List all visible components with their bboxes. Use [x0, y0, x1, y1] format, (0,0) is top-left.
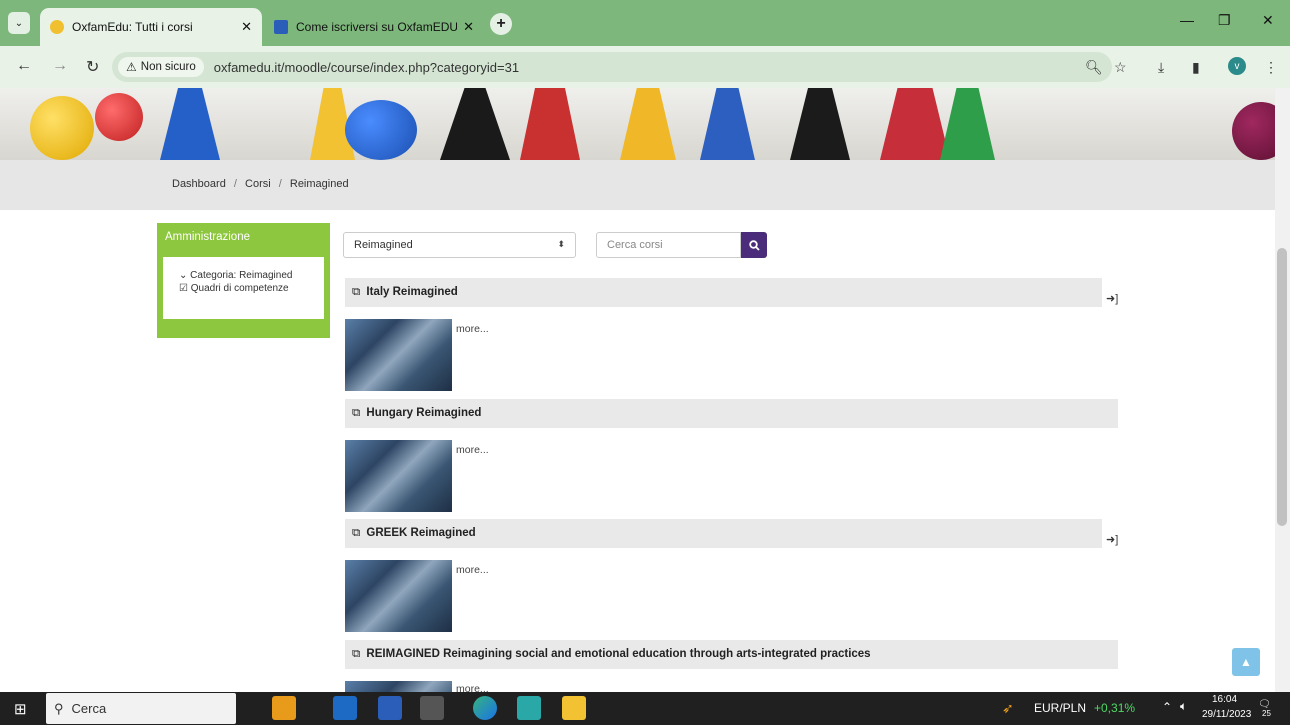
- breadcrumb-separator: /: [278, 178, 282, 190]
- chrome-icon[interactable]: [517, 696, 541, 720]
- header-banner-image: [0, 88, 1275, 160]
- course-more-link[interactable]: more...: [456, 444, 489, 456]
- chevron-up-icon: ▲: [1240, 655, 1252, 669]
- checkbox-icon: ☑: [179, 283, 188, 294]
- scrollbar-thumb[interactable]: [1277, 248, 1287, 526]
- course-header: ⧉ GREEK Reimagined: [345, 519, 1102, 548]
- course-more-link[interactable]: more...: [456, 683, 489, 692]
- clock-date[interactable]: 29/11/2023: [1202, 709, 1251, 720]
- warning-icon: ⚠: [126, 60, 137, 74]
- admin-item-label: Quadri di competenze: [190, 283, 289, 294]
- category-select-value: Reimagined: [354, 239, 413, 251]
- notification-count: 25: [1262, 709, 1271, 718]
- windows-start-icon[interactable]: ⊞: [14, 700, 27, 718]
- taskbar-search-label: Cerca: [71, 701, 107, 716]
- zoom-icon[interactable]: 🔍︎: [1085, 59, 1103, 76]
- tab-come-iscriversi[interactable]: Come iscriversi su OxfamEDU.c ✕: [264, 8, 484, 46]
- volume-icon[interactable]: 🔈︎: [1180, 699, 1187, 714]
- word-doc-favicon-icon: [274, 20, 288, 34]
- tab-title: OxfamEdu: Tutti i corsi: [72, 20, 193, 34]
- course-image[interactable]: [345, 319, 452, 391]
- side-panel-icon[interactable]: ▮: [1192, 59, 1200, 76]
- course-icon: ⧉: [352, 527, 361, 539]
- search-icon: [748, 239, 760, 251]
- tab-search-icon[interactable]: ⌄: [8, 12, 30, 34]
- course-icon: ⧉: [352, 407, 361, 419]
- course-header: ⧉ REIMAGINED Reimagining social and emot…: [345, 640, 1118, 669]
- course-icon: ⧉: [352, 648, 361, 660]
- course-image[interactable]: [345, 440, 452, 512]
- oxfamedu-favicon-icon: [50, 20, 64, 34]
- security-label: Non sicuro: [140, 61, 196, 73]
- close-window-icon[interactable]: ✕: [1262, 12, 1274, 29]
- course-icon: ⧉: [352, 286, 361, 298]
- ticker-change[interactable]: +0,31%: [1094, 701, 1135, 715]
- breadcrumb-corsi-link[interactable]: Corsi: [245, 178, 271, 190]
- search-icon: ⚲: [54, 700, 64, 716]
- url-text[interactable]: oxfamedu.it/moodle/course/index.php?cate…: [214, 60, 519, 75]
- page-viewport: Dashboard / Corsi / Reimagined Amministr…: [0, 88, 1275, 692]
- word-icon[interactable]: [378, 696, 402, 720]
- breadcrumb: Dashboard / Corsi / Reimagined: [172, 178, 349, 190]
- course-title-link[interactable]: Italy Reimagined: [366, 286, 457, 298]
- outlook-icon[interactable]: [333, 696, 357, 720]
- category-select[interactable]: Reimagined ⬍: [343, 232, 576, 258]
- calculator-icon[interactable]: [420, 696, 444, 720]
- course-more-link[interactable]: more...: [456, 323, 489, 335]
- enrolment-icon[interactable]: ➜]: [1106, 533, 1118, 546]
- stock-ticker-icon: ➶: [1002, 700, 1014, 716]
- breadcrumb-current: Reimagined: [289, 178, 349, 190]
- course-title-link[interactable]: REIMAGINED Reimagining social and emotio…: [366, 648, 870, 660]
- course-image[interactable]: [345, 681, 452, 692]
- tab-oxfamedu[interactable]: OxfamEdu: Tutti i corsi ✕: [40, 8, 262, 46]
- close-tab-icon[interactable]: ✕: [241, 19, 252, 35]
- back-icon[interactable]: ←: [16, 57, 32, 75]
- course-header: ⧉ Italy Reimagined: [345, 278, 1102, 307]
- course-title-link[interactable]: GREEK Reimagined: [366, 527, 475, 539]
- admin-item-category[interactable]: ⌄ Categoria: Reimagined: [179, 269, 324, 282]
- taskbar-search[interactable]: ⚲ Cerca: [46, 693, 236, 724]
- admin-item-label: Categoria: Reimagined: [190, 270, 293, 281]
- file-explorer-icon[interactable]: [562, 696, 586, 720]
- administration-tree: ⌄ Categoria: Reimagined ☑ Quadri di comp…: [163, 257, 324, 319]
- work-briefcase-icon[interactable]: [272, 696, 296, 720]
- reload-icon[interactable]: ↻: [86, 57, 99, 77]
- select-arrows-icon: ⬍: [557, 239, 565, 249]
- windows-taskbar: ⊞ ⚲ Cerca ➶ EUR/PLN +0,31% ⌃ 🔈︎ 16:04 29…: [0, 692, 1290, 725]
- chevron-down-icon: ⌄: [179, 270, 188, 281]
- close-tab-icon[interactable]: ✕: [463, 19, 474, 35]
- address-bar-row: ← → ↻ ⚠ Non sicuro oxfamedu.it/moodle/co…: [0, 46, 1290, 88]
- administration-block: Amministrazione ⌄ Categoria: Reimagined …: [157, 223, 330, 338]
- restore-icon[interactable]: ❐: [1218, 12, 1231, 29]
- clock-time[interactable]: 16:04: [1212, 694, 1237, 705]
- bookmark-star-icon[interactable]: ☆: [1114, 59, 1127, 76]
- course-image[interactable]: [345, 560, 452, 632]
- breadcrumb-dashboard-link[interactable]: Dashboard: [172, 178, 226, 190]
- search-button[interactable]: [741, 232, 767, 258]
- forward-icon[interactable]: →: [52, 57, 68, 75]
- ticker-label[interactable]: EUR/PLN: [1034, 701, 1086, 715]
- course-header: ⧉ Hungary Reimagined: [345, 399, 1118, 428]
- new-tab-button[interactable]: +: [490, 13, 512, 35]
- breadcrumb-band: Dashboard / Corsi / Reimagined: [0, 160, 1275, 210]
- administration-title: Amministrazione: [165, 231, 250, 243]
- back-to-top-button[interactable]: ▲: [1232, 648, 1260, 676]
- course-title-link[interactable]: Hungary Reimagined: [366, 407, 481, 419]
- security-chip[interactable]: ⚠ Non sicuro: [118, 57, 204, 77]
- course-search-input[interactable]: [596, 232, 741, 258]
- download-icon[interactable]: ⤓: [1158, 59, 1164, 76]
- show-hidden-icons-icon[interactable]: ⌃: [1162, 700, 1172, 714]
- menu-kebab-icon[interactable]: ⋮: [1264, 59, 1278, 76]
- omnibox[interactable]: ⚠ Non sicuro oxfamedu.it/moodle/course/i…: [112, 52, 1112, 82]
- course-more-link[interactable]: more...: [456, 564, 489, 576]
- edge-icon[interactable]: [473, 696, 497, 720]
- tab-title: Come iscriversi su OxfamEDU.c: [296, 20, 458, 34]
- profile-avatar[interactable]: v: [1228, 57, 1246, 75]
- admin-item-competencies[interactable]: ☑ Quadri di competenze: [179, 282, 324, 295]
- breadcrumb-separator: /: [233, 178, 237, 190]
- browser-tab-bar: ⌄ OxfamEdu: Tutti i corsi ✕ Come iscrive…: [0, 0, 1290, 46]
- enrolment-icon[interactable]: ➜]: [1106, 292, 1118, 305]
- minimize-icon[interactable]: —: [1180, 12, 1194, 28]
